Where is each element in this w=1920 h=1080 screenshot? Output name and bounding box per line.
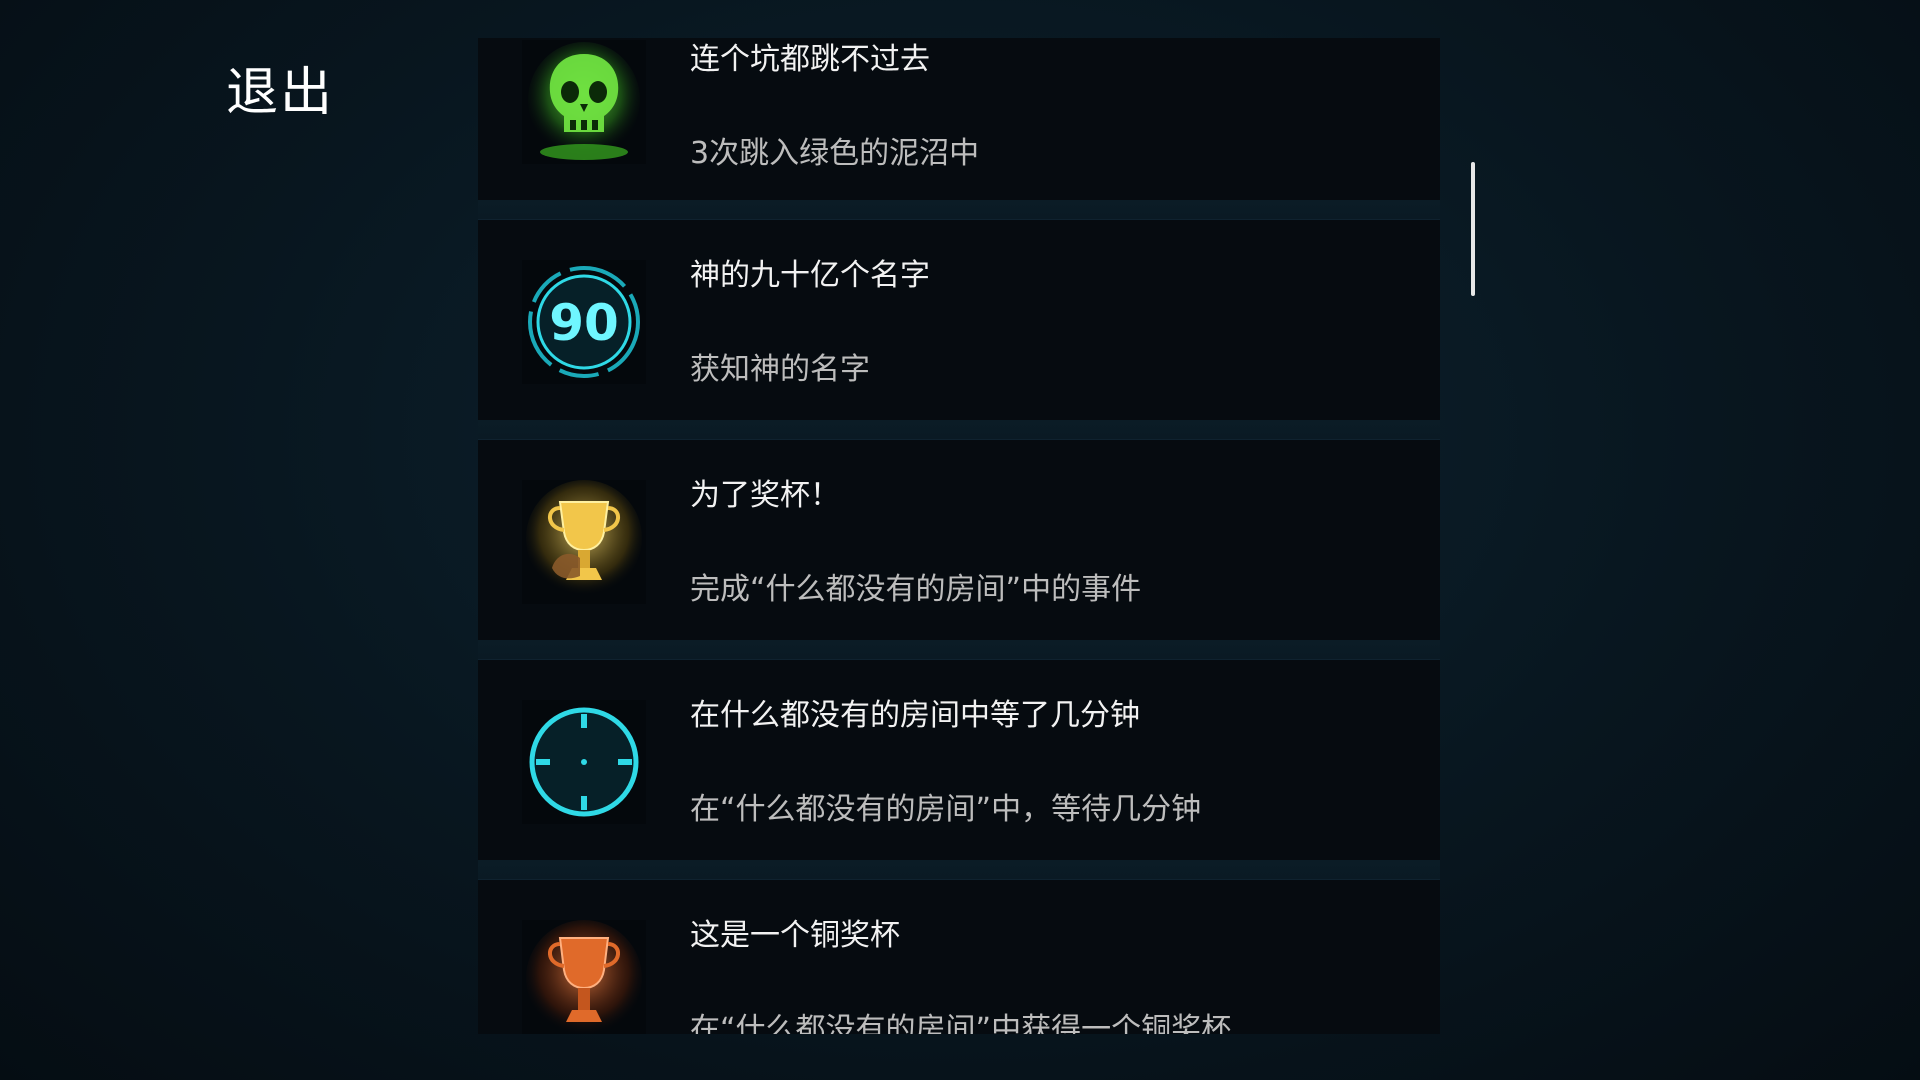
- achievement-item-bronze-trophy: 这是一个铜奖杯 在“什么都没有的房间”中获得一个铜奖杯: [478, 880, 1440, 1034]
- divider: [478, 420, 1440, 440]
- achievement-item-gold-trophy: 为了奖杯！ 完成“什么都没有的房间”中的事件: [478, 440, 1440, 640]
- achievement-description: 3次跳入绿色的泥沼中: [690, 136, 980, 171]
- achievement-description: 获知神的名字: [690, 352, 870, 387]
- divider: [478, 860, 1440, 880]
- achievement-title: 为了奖杯！: [690, 478, 840, 513]
- achievement-description: 在“什么都没有的房间”中，等待几分钟: [690, 792, 1202, 827]
- achievement-title: 连个坑都跳不过去: [690, 42, 930, 77]
- green-skull-icon: [522, 40, 646, 164]
- divider: [478, 640, 1440, 660]
- counter-90-icon: 90: [522, 260, 646, 384]
- achievement-item-clock: 在什么都没有的房间中等了几分钟 在“什么都没有的房间”中，等待几分钟: [478, 660, 1440, 860]
- divider: [478, 200, 1440, 220]
- achievement-description: 在“什么都没有的房间”中获得一个铜奖杯: [690, 1012, 1232, 1034]
- clock-icon: [522, 700, 646, 824]
- bronze-trophy-icon: [522, 920, 646, 1034]
- achievement-title: 这是一个铜奖杯: [690, 918, 900, 953]
- achievement-title: 神的九十亿个名字: [690, 258, 930, 293]
- scrollbar[interactable]: [1471, 162, 1475, 296]
- achievement-title: 在什么都没有的房间中等了几分钟: [690, 698, 1140, 733]
- exit-button[interactable]: 退出: [226, 50, 334, 125]
- achievement-description: 完成“什么都没有的房间”中的事件: [690, 572, 1142, 607]
- achievement-item-90: 90 神的九十亿个名字 获知神的名字: [478, 220, 1440, 420]
- gold-trophy-icon: [522, 480, 646, 604]
- achievement-list[interactable]: 连个坑都跳不过去 3次跳入绿色的泥沼中 90 神的九十亿个名字 获知神的名字 为…: [478, 38, 1440, 1034]
- svg-text:90: 90: [549, 294, 619, 352]
